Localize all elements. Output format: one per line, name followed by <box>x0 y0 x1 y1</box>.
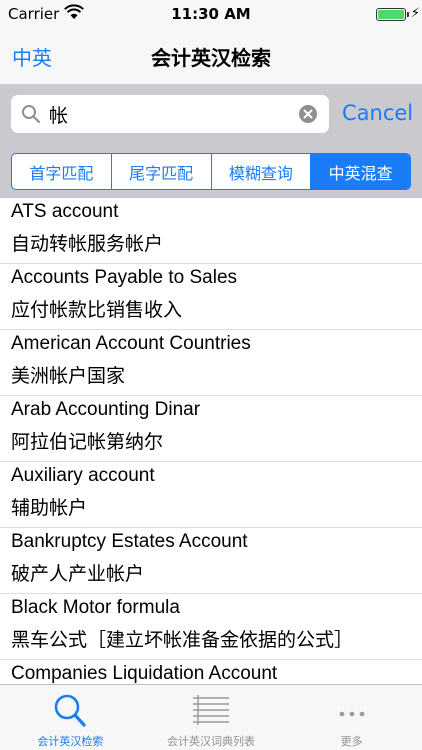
result-row[interactable]: Auxiliary account 辅助帐户 <box>0 462 422 528</box>
result-chinese-term: 应付帐款比销售收入 <box>11 299 183 321</box>
list-icon <box>189 690 233 730</box>
result-row[interactable]: Accounts Payable to Sales 应付帐款比销售收入 <box>0 264 422 330</box>
result-chinese-term: 破产人产业帐户 <box>11 563 145 585</box>
tab-label: 更多 <box>340 735 363 748</box>
language-toggle-button[interactable]: 中英 <box>12 42 52 71</box>
status-bar: Carrier 11:30 AM ⚡ <box>0 0 422 28</box>
search-icon <box>22 105 41 124</box>
result-english-term: Companies Liquidation Account <box>11 663 278 684</box>
search-mode-segmented-control: 首字匹配 尾字匹配 模糊查询 中英混查 <box>11 153 411 190</box>
result-row[interactable]: Arab Accounting Dinar 阿拉伯记帐第纳尔 <box>0 396 422 462</box>
result-english-term: Arab Accounting Dinar <box>11 399 201 420</box>
battery-tip <box>407 12 409 17</box>
result-english-term: Accounts Payable to Sales <box>11 267 238 288</box>
result-row[interactable]: Black Motor formula 黑车公式［建立坏帐准备金依据的公式］ <box>0 594 422 660</box>
tab-label: 会计英汉检索 <box>37 735 104 748</box>
result-english-term: ATS account <box>11 201 119 222</box>
tab-list[interactable]: 会计英汉词典列表 <box>141 685 282 750</box>
result-row[interactable]: Companies Liquidation Account <box>0 660 422 684</box>
search-input[interactable] <box>49 100 297 128</box>
result-chinese-term: 自动转帐服务帐户 <box>11 233 164 255</box>
result-english-term: Black Motor formula <box>11 597 180 618</box>
tab-search[interactable]: 会计英汉检索 <box>0 685 141 750</box>
charging-icon: ⚡ <box>410 6 420 21</box>
results-list: ATS account 自动转帐服务帐户 Accounts Payable to S… <box>0 198 422 684</box>
search-box[interactable] <box>11 95 329 133</box>
search-bar: Cancel <box>0 84 422 146</box>
result-chinese-term: 美洲帐户国家 <box>11 365 126 387</box>
page-title: 会计英汉检索 <box>151 46 271 70</box>
cancel-button[interactable]: Cancel <box>342 101 413 125</box>
tab-label: 会计英汉词典列表 <box>167 735 255 748</box>
result-chinese-term: 阿拉伯记帐第纳尔 <box>11 431 164 453</box>
result-english-term: American Account Countries <box>11 333 251 354</box>
result-english-term: Auxiliary account <box>11 465 155 486</box>
status-time: 11:30 AM <box>171 5 251 23</box>
segment-1[interactable]: 首字匹配 <box>12 154 112 189</box>
nav-bar: 中英 会计英汉检索 <box>0 28 422 84</box>
search-mode-bar: 首字匹配 尾字匹配 模糊查询 中英混查 <box>0 146 422 198</box>
search-icon <box>48 690 92 730</box>
result-row[interactable]: American Account Countries 美洲帐户国家 <box>0 330 422 396</box>
battery-icon <box>376 8 406 21</box>
result-row[interactable]: Bankruptcy Estates Account 破产人产业帐户 <box>0 528 422 594</box>
clear-search-icon[interactable] <box>299 105 317 123</box>
result-english-term: Bankruptcy Estates Account <box>11 531 248 552</box>
more-icon <box>330 690 374 730</box>
tab-bar: 会计英汉检索 会计英汉词典列表 更多 <box>0 684 422 750</box>
result-chinese-term: 黑车公式［建立坏帐准备金依据的公式］ <box>11 629 354 651</box>
segment-3[interactable]: 模糊查询 <box>212 154 312 189</box>
segment-4[interactable]: 中英混查 <box>311 154 410 189</box>
segment-2[interactable]: 尾字匹配 <box>112 154 212 189</box>
result-row[interactable]: ATS account 自动转帐服务帐户 <box>0 198 422 264</box>
result-chinese-term: 辅助帐户 <box>11 497 88 519</box>
tab-more[interactable]: 更多 <box>281 685 422 750</box>
